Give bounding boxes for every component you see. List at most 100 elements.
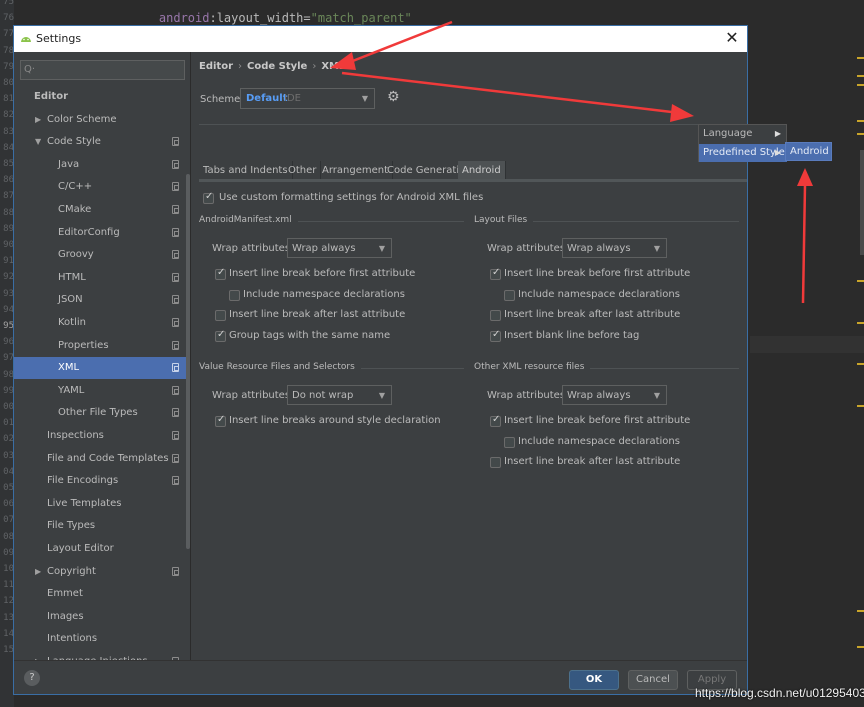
wrap-attributes-dropdown[interactable]: Wrap always ▼ [287,238,392,258]
settings-search-input[interactable]: Q· [20,60,185,80]
warning-marker[interactable] [857,84,864,86]
wrap-attributes-dropdown[interactable]: Wrap always ▼ [562,385,667,405]
breadcrumb: Editor › Code Style › XML [199,61,345,72]
option-checkbox[interactable] [229,289,240,301]
dialog-titlebar[interactable]: Settings ✕ [14,26,747,52]
option-label: Insert line breaks around style declarat… [229,415,441,426]
chevron-down-icon[interactable]: ▼ [35,131,41,153]
warning-marker[interactable] [857,610,864,612]
use-custom-checkbox[interactable] [203,191,214,204]
editor-scrollbar[interactable] [860,150,864,255]
option-checkbox[interactable] [504,436,515,448]
line-number: 11 [3,580,14,591]
warning-marker[interactable] [857,363,864,365]
line-number: 86 [3,175,14,186]
sidebar-item-code-style[interactable]: ▼ Code Style [14,131,190,153]
sidebar-item-c-c-[interactable]: C/C++ [14,176,190,198]
warning-marker[interactable] [857,75,864,77]
warning-marker[interactable] [857,57,864,59]
gear-icon[interactable]: ⚙ [387,89,400,105]
option-checkbox[interactable] [215,267,226,280]
wrap-attributes-dropdown[interactable]: Do not wrap ▼ [287,385,392,405]
warning-marker[interactable] [857,280,864,282]
project-scheme-icon [172,385,179,395]
chevron-right-icon[interactable]: ▶ [35,561,41,583]
option-checkbox[interactable] [490,457,501,469]
sidebar-item-color-scheme[interactable]: ▶ Color Scheme [14,109,190,131]
sidebar-item-label: Inspections [47,430,104,441]
option-label: Insert line break before first attribute [504,415,691,426]
sidebar-item-inspections[interactable]: Inspections [14,425,190,447]
sidebar-item-images[interactable]: Images [14,606,190,628]
sidebar-item-language-injections[interactable]: ▶ Language Injections [14,651,190,660]
sidebar-item-java[interactable]: Java [14,154,190,176]
warning-marker[interactable] [857,322,864,324]
sidebar-item-layout-editor[interactable]: Layout Editor [14,538,190,560]
option-checkbox[interactable] [490,414,501,427]
option-checkbox[interactable] [490,267,501,280]
line-number-gutter: 75 76 77 78 79 80 81 82 83 84 85 86 87 88 89 90 91 92 93 94… [0,0,14,707]
project-scheme-icon [172,340,179,350]
sidebar-item-intentions[interactable]: Intentions [14,628,190,650]
sidebar-item-file-and-code-templates[interactable]: File and Code Templates [14,448,190,470]
help-button[interactable]: ? [24,670,40,686]
close-button[interactable]: ✕ [723,29,741,47]
sidebar-item-label: JSON [58,294,83,306]
cancel-button[interactable]: Cancel [628,670,678,690]
project-scheme-icon [172,566,179,576]
sidebar-item-other-file-types[interactable]: Other File Types [14,402,190,424]
menu-item-language[interactable]: Language ▶ [699,125,787,143]
option-checkbox[interactable] [215,414,226,427]
warning-marker[interactable] [857,133,864,135]
sidebar-item-properties[interactable]: Properties [14,335,190,357]
line-number: 13 [3,612,14,623]
sidebar-item-emmet[interactable]: Emmet [14,583,190,605]
sidebar-item-json[interactable]: JSON [14,289,190,311]
scheme-value: Default [246,93,288,104]
option-checkbox[interactable] [490,329,501,343]
sidebar-item-cmake[interactable]: CMake [14,199,190,221]
tab-other[interactable]: Other [284,161,322,180]
tab-android[interactable]: Android [458,161,506,180]
line-number: 08 [3,531,14,542]
menu-item-label: Language [703,128,753,139]
sidebar-item-label: EditorConfig [58,226,120,238]
tab-underline [199,179,747,182]
wrap-attributes-label: Wrap attributes: [212,390,294,401]
sidebar-item-live-templates[interactable]: Live Templates [14,493,190,515]
sidebar-item-kotlin[interactable]: Kotlin [14,312,190,334]
line-number: 14 [3,628,14,639]
sidebar-item-copyright[interactable]: ▶ Copyright [14,561,190,583]
search-icon: Q· [24,64,36,75]
menu-item-android[interactable]: Android [786,143,832,161]
tab-tabs-and-indents[interactable]: Tabs and Indents [199,161,293,180]
wrap-attributes-value: Wrap always [567,390,631,401]
wrap-attributes-dropdown[interactable]: Wrap always ▼ [562,238,667,258]
option-checkbox[interactable] [215,329,226,343]
sidebar-item-xml[interactable]: XML [14,357,190,380]
sidebar-item-editor[interactable]: Editor [14,86,190,108]
option-checkbox[interactable] [504,289,515,301]
line-number: 90 [3,240,14,250]
option-label: Insert blank line before tag [504,330,640,342]
project-scheme-icon [172,431,179,440]
warning-marker[interactable] [857,646,864,648]
line-number: 75 [3,0,14,7]
warning-marker[interactable] [857,405,864,407]
warning-marker[interactable] [857,120,864,122]
sidebar-item-yaml[interactable]: YAML [14,380,190,402]
sidebar-item-file-encodings[interactable]: File Encodings [14,470,190,492]
sidebar-item-editorconfig[interactable]: EditorConfig [14,222,190,244]
option-checkbox[interactable] [215,310,226,322]
menu-item-predefined-style[interactable]: Predefined Style ▶ [699,144,787,162]
scheme-dropdown[interactable]: Default IDE ▼ [240,88,375,109]
sidebar-item-groovy[interactable]: Groovy [14,244,190,266]
tab-arrangement[interactable]: Arrangement [318,161,394,180]
ok-button[interactable]: OK [569,670,619,690]
chevron-right-icon[interactable]: ▶ [35,651,41,660]
chevron-right-icon[interactable]: ▶ [35,109,41,131]
sidebar-item-html[interactable]: HTML [14,267,190,289]
sidebar-item-file-types[interactable]: File Types [14,515,190,537]
option-label: Insert line break before first attribute [229,268,416,279]
option-checkbox[interactable] [490,310,501,322]
